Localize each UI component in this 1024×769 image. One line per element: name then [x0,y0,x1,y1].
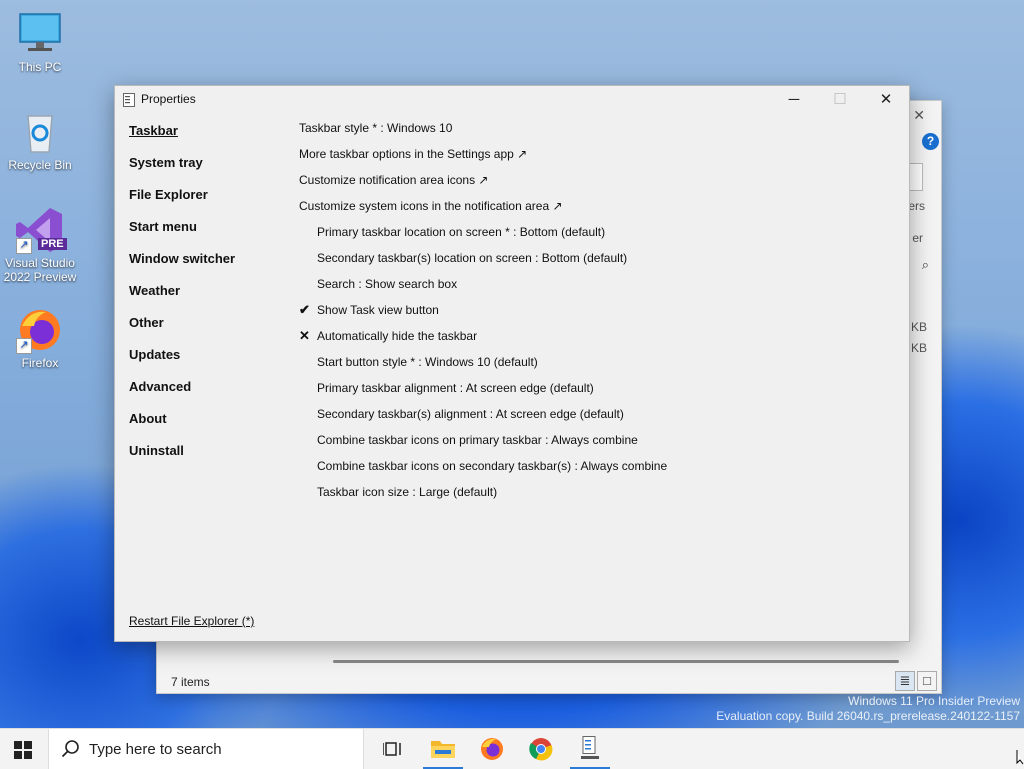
mouse-cursor-icon [1016,750,1024,765]
sidebar-item-other[interactable]: Other [129,315,164,330]
option-combine-primary[interactable]: Combine taskbar icons on primary taskbar… [317,433,638,447]
desktop-icon-label: Firefox [21,356,59,370]
option-primary-alignment[interactable]: Primary taskbar alignment : At screen ed… [317,381,594,395]
partial-text: er [912,231,923,245]
option-combine-secondary[interactable]: Combine taskbar icons on secondary taskb… [317,459,667,473]
sidebar-item-about[interactable]: About [129,411,167,426]
tiles-view-icon[interactable]: □ [917,671,937,691]
partial-size-text: KB [910,320,927,334]
option-notification-icons-link[interactable]: Customize notification area icons ↗ [299,173,488,187]
monitor-icon [16,10,64,58]
firefox-icon[interactable] [468,729,516,769]
desktop-icon-this-pc[interactable]: This PC [0,10,80,74]
chrome-icon[interactable] [517,729,565,769]
taskbar-search-box[interactable]: Type here to search [48,729,364,769]
search-icon [61,740,79,758]
option-system-icons-link[interactable]: Customize system icons in the notificati… [299,199,563,213]
sidebar-item-window-switcher[interactable]: Window switcher [129,251,235,266]
cross-mark-icon: ✕ [299,328,310,343]
watermark-edition: Windows 11 Pro Insider Preview [848,694,1020,708]
horizontal-scrollbar[interactable] [333,660,899,663]
sidebar-item-taskbar[interactable]: Taskbar [129,123,178,138]
sidebar-item-advanced[interactable]: Advanced [129,379,191,394]
desktop-icon-label: This PC [18,60,62,74]
recycle-bin-icon [16,108,64,156]
search-icon[interactable]: ⌕ [922,257,929,273]
window-title: Properties [141,92,196,106]
desktop-icon-label: Visual Studio 2022 Preview [3,256,77,284]
close-icon[interactable]: ✕ [913,107,925,124]
pre-badge: PRE [38,238,67,250]
help-icon[interactable]: ? [922,133,939,150]
option-settings-app-link[interactable]: More taskbar options in the Settings app… [299,147,527,161]
properties-window[interactable]: Properties ─ ☐ ✕ Taskbar System tray Fil… [114,85,910,642]
desktop-icon-recycle-bin[interactable]: Recycle Bin [0,108,80,172]
sidebar-item-system-tray[interactable]: System tray [129,155,203,170]
option-start-button-style[interactable]: Start button style * : Windows 10 (defau… [317,355,538,369]
option-icon-size[interactable]: Taskbar icon size : Large (default) [317,485,497,499]
maximize-button[interactable]: ☐ [817,86,863,114]
shortcut-arrow-icon: ↗ [16,238,32,254]
details-view-icon[interactable]: ≣ [895,671,915,691]
close-button[interactable]: ✕ [863,86,909,114]
option-taskbar-style[interactable]: Taskbar style * : Windows 10 [299,121,452,135]
checkmark-icon: ✔ [299,302,310,317]
partial-text: ers [908,199,925,213]
search-placeholder: Type here to search [89,741,222,758]
watermark-build: Evaluation copy. Build 26040.rs_prerelea… [716,709,1020,723]
restart-explorer-link[interactable]: Restart File Explorer (*) [129,614,254,628]
firefox-icon: ↗ [16,306,64,354]
option-primary-location[interactable]: Primary taskbar location on screen * : B… [317,225,605,239]
sidebar-item-updates[interactable]: Updates [129,347,180,362]
desktop-icon-visual-studio[interactable]: PRE ↗ Visual Studio 2022 Preview [0,206,80,284]
start-button[interactable] [14,741,32,759]
taskbar: Type here to search [0,728,1024,769]
minimize-button[interactable]: ─ [771,86,817,114]
option-task-view-button[interactable]: Show Task view button [317,303,439,317]
option-secondary-location[interactable]: Secondary taskbar(s) location on screen … [317,251,627,265]
desktop-icon-label: Recycle Bin [8,158,72,172]
sidebar-item-uninstall[interactable]: Uninstall [129,443,184,458]
properties-app-icon[interactable] [566,729,614,769]
shortcut-arrow-icon: ↗ [16,338,32,354]
sidebar-item-weather[interactable]: Weather [129,283,180,298]
status-item-count: 7 items [171,675,210,689]
properties-app-icon [123,93,135,107]
title-bar[interactable]: Properties ─ ☐ ✕ [115,86,909,114]
sidebar-item-start-menu[interactable]: Start menu [129,219,197,234]
desktop-icon-firefox[interactable]: ↗ Firefox [0,306,80,370]
option-secondary-alignment[interactable]: Secondary taskbar(s) alignment : At scre… [317,407,624,421]
partial-size-text: KB [910,341,927,355]
option-auto-hide[interactable]: Automatically hide the taskbar [317,329,477,343]
file-explorer-icon[interactable] [419,729,467,769]
option-search[interactable]: Search : Show search box [317,277,457,291]
sidebar-item-file-explorer[interactable]: File Explorer [129,187,208,202]
task-view-icon[interactable] [368,729,416,769]
visual-studio-icon: PRE ↗ [16,206,67,254]
